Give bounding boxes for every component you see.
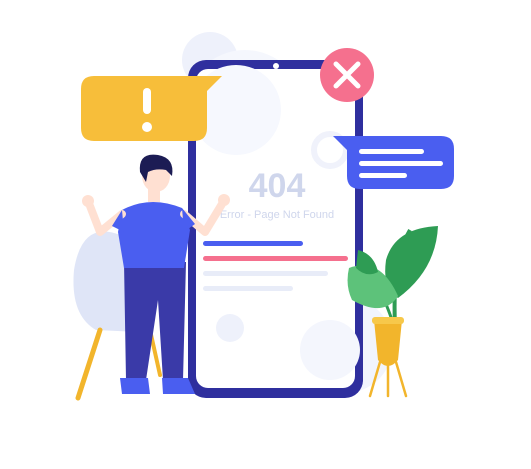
error-404-illustration: 404 Error - Page Not Found: [73, 32, 454, 401]
error-message: Error - Page Not Found: [220, 209, 334, 221]
phone: 404 Error - Page Not Found: [188, 60, 363, 398]
exclamation-icon: [81, 76, 222, 141]
content-line-grey: [203, 271, 328, 276]
phone-camera: [273, 63, 279, 69]
content-line-grey-short: [203, 286, 293, 291]
content-line-red: [203, 256, 348, 261]
chat-bubble-icon: [333, 136, 454, 189]
content-line-blue: [203, 241, 303, 246]
close-icon: [320, 48, 374, 102]
error-code: 404: [249, 167, 306, 205]
